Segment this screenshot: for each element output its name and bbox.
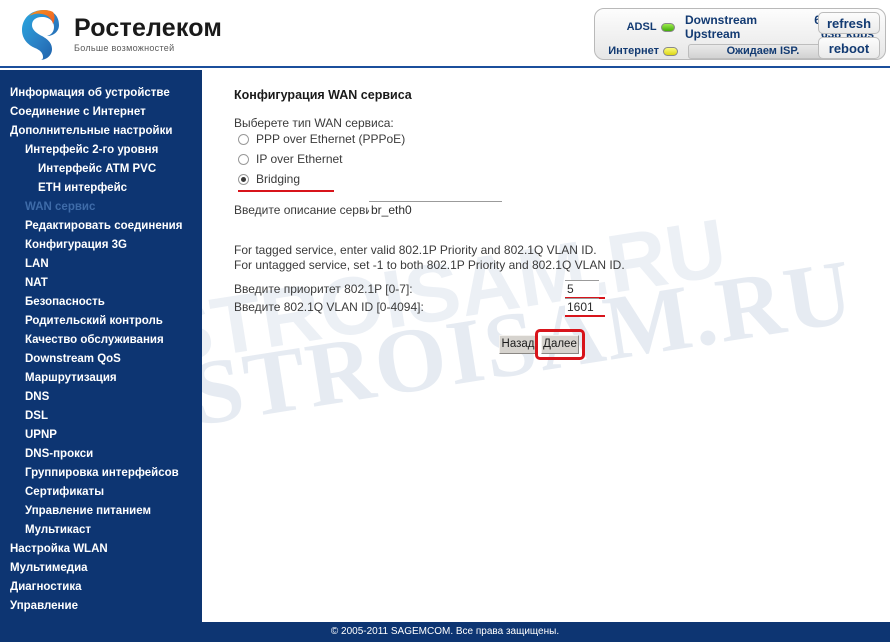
page-header: Ростелеком Больше возможностей ADSL Down… [0,0,890,68]
downstream-label: Downstream [685,13,758,27]
sidebar-item-7[interactable]: Редактировать соединения [0,217,202,236]
vlan-id-input[interactable] [565,298,599,315]
sidebar-item-20[interactable]: Группировка интерфейсов [0,464,202,483]
sidebar-item-12[interactable]: Родительский контроль [0,312,202,331]
brand-logo: Ростелеком Больше возможностей [14,6,222,62]
sidebar-item-16[interactable]: DNS [0,388,202,407]
annotation-underline-bridging [238,190,334,192]
main-content: NASTROISAM.RU NASTROISAM.RU Конфигурация… [202,70,890,622]
service-description-input[interactable] [369,201,502,218]
sidebar-item-15[interactable]: Маршрутизация [0,369,202,388]
radio-option-bridging[interactable]: Bridging [238,172,300,186]
refresh-button[interactable]: refresh [818,12,880,34]
sidebar-item-24[interactable]: Настройка WLAN [0,540,202,559]
sidebar-item-4[interactable]: Интерфейс ATM PVC [0,160,202,179]
internet-led-icon [663,46,678,56]
vlan-label: Введите 802.1Q VLAN ID [0-4094]: [234,300,424,314]
sidebar-item-10[interactable]: NAT [0,274,202,293]
upstream-label: Upstream [685,27,741,41]
brand-name: Ростелеком [74,14,223,42]
priority-label: Введите приоритет 802.1P [0-7]: [234,282,413,296]
radio-ipoe-icon[interactable] [238,153,249,165]
sidebar-item-27[interactable]: Управление [0,597,202,616]
brand-tagline: Больше возможностей [74,43,175,53]
isp-status-badge: Ожидаем ISP. [688,43,838,59]
page-footer: © 2005-2011 SAGEMCOM. Все права защищены… [0,622,890,642]
sidebar-item-13[interactable]: Качество обслуживания [0,331,202,350]
radio-pppoe-icon[interactable] [238,133,249,145]
vlan-hint-line2: For untagged service, set -1 to both 802… [234,258,625,272]
service-type-prompt: Выберете тип WAN сервиса: [234,116,394,130]
back-button[interactable]: Назад [499,335,537,354]
description-label: Введите описание сервиса: [234,203,389,217]
internet-label: Интернет [608,45,659,57]
sidebar-item-3[interactable]: Интерфейс 2-го уровня [0,141,202,160]
rostelecom-ear-logo-icon [14,6,68,62]
sidebar-navigation: Информация об устройстве Соединение с Инт… [0,70,202,622]
adsl-label: ADSL [626,21,657,33]
radio-option-ipoe[interactable]: IP over Ethernet [238,152,343,166]
sidebar-item-0[interactable]: Информация об устройстве [0,84,202,103]
sidebar-item-17[interactable]: DSL [0,407,202,426]
sidebar-item-9[interactable]: LAN [0,255,202,274]
vlan-hint-line1: For tagged service, enter valid 802.1P P… [234,243,597,257]
sidebar-item-23[interactable]: Мультикаст [0,521,202,540]
sidebar-item-14[interactable]: Downstream QoS [0,350,202,369]
radio-bridging-icon[interactable] [238,173,249,185]
sidebar-item-1[interactable]: Соединение с Интернет [0,103,202,122]
radio-bridging-label: Bridging [256,172,301,186]
radio-pppoe-label: PPP over Ethernet (PPPoE) [256,132,406,146]
priority-input[interactable] [565,280,599,297]
sidebar-item-2[interactable]: Дополнительные настройки [0,122,202,141]
sidebar-item-11[interactable]: Безопасность [0,293,202,312]
reboot-button[interactable]: reboot [818,37,880,59]
sidebar-item-5[interactable]: ETH интерфейс [0,179,202,198]
sidebar-item-8[interactable]: Конфигурация 3G [0,236,202,255]
sidebar-item-26[interactable]: Диагностика [0,578,202,597]
sidebar-item-22[interactable]: Управление питанием [0,502,202,521]
sidebar-item-25[interactable]: Мультимедиа [0,559,202,578]
sidebar-item-6: WAN сервис [25,201,96,213]
adsl-led-icon [660,22,675,32]
radio-ipoe-label: IP over Ethernet [256,152,343,166]
annotation-underline-vlan [565,315,605,317]
sidebar-item-18[interactable]: UPNP [0,426,202,445]
annotation-box-next [535,329,585,360]
sidebar-item-21[interactable]: Сертификаты [0,483,202,502]
radio-option-pppoe[interactable]: PPP over Ethernet (PPPoE) [238,132,405,146]
sidebar-item-19[interactable]: DNS-прокси [0,445,202,464]
status-panel: ADSL Downstream 6144 kbps Upstream 638 k… [594,8,886,60]
page-title: Конфигурация WAN сервиса [234,88,412,102]
